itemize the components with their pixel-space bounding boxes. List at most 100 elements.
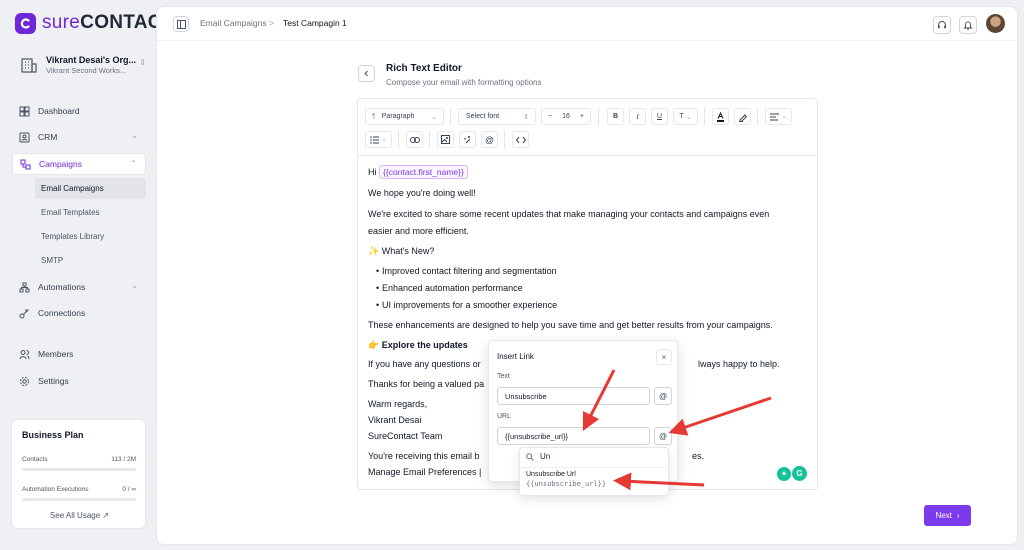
grammarly-icon[interactable]: G (792, 466, 807, 481)
underline-button[interactable]: U (651, 108, 668, 125)
whats-new-heading: ✨ What's New? (368, 246, 435, 256)
brand-logo[interactable]: sureCONTACT (15, 12, 174, 34)
avatar[interactable] (986, 14, 1005, 33)
dialog-title: Insert Link (497, 352, 534, 361)
toolbar-divider (429, 130, 430, 149)
automation-progress-bar (22, 498, 136, 501)
sidebar-item-label: Dashboard (38, 106, 80, 116)
link-url-input[interactable]: {{unsubscribe_url}} (497, 427, 650, 445)
next-button[interactable]: Next › (924, 505, 971, 526)
sidebar-toggle-button[interactable] (173, 16, 189, 32)
increase-size-button[interactable]: + (580, 113, 584, 120)
sidebar-toggle-icon (176, 19, 186, 29)
plan-card: Business Plan Contacts 113 / 2M Automati… (11, 419, 146, 529)
sidebar-item-settings[interactable]: Settings (12, 370, 146, 392)
sidebar-subitem-email-templates[interactable]: Email Templates (35, 202, 146, 223)
mention-button[interactable]: @ (481, 131, 498, 148)
highlighter-icon (738, 113, 747, 122)
bold-button[interactable]: B (607, 108, 624, 125)
toolbar-divider (398, 130, 399, 149)
paragraph-select[interactable]: ¶ Paragraph ⌄ (365, 108, 444, 125)
link-button[interactable] (406, 131, 423, 148)
automations-icon (18, 281, 30, 293)
paragraph: We're excited to share some recent updat… (368, 209, 770, 219)
font-size-value: 16 (562, 113, 570, 120)
contacts-label: Contacts (22, 456, 48, 463)
list-icon (370, 135, 380, 144)
dashboard-icon (18, 105, 30, 117)
chevron-down-icon: ⌄ (131, 131, 138, 140)
chevron-down-icon: ⌄ (431, 113, 437, 121)
highlight-button[interactable] (734, 108, 751, 125)
page-title: Rich Text Editor (386, 63, 462, 74)
notifications-button[interactable] (959, 16, 977, 34)
image-button[interactable] (437, 131, 454, 148)
see-all-usage-link[interactable]: See All Usage ↗ (12, 511, 147, 520)
search-input[interactable]: Un (540, 452, 550, 461)
page-subtitle: Compose your email with formatting optio… (386, 78, 542, 87)
chevron-left-icon (364, 70, 368, 77)
paragraph-label: Paragraph (381, 113, 415, 120)
next-label: Next (935, 511, 952, 520)
logo-icon (15, 12, 36, 34)
font-size-stepper[interactable]: − 16 + (541, 108, 591, 125)
list-select[interactable]: ⌄ (365, 131, 392, 148)
font-select[interactable]: Select font ⇕ (458, 108, 536, 125)
sidebar-item-dashboard[interactable]: Dashboard (12, 100, 146, 122)
breadcrumb-parent[interactable]: Email Campaigns (200, 18, 267, 28)
chevron-up-icon: ⌃ (130, 159, 137, 168)
list-item: Improved contact filtering and segmentat… (376, 266, 557, 276)
contacts-value: 113 / 2M (111, 456, 136, 463)
manage-preferences[interactable]: Manage Email Preferences | (368, 467, 481, 477)
chevron-up-down-icon: ⇕ (139, 58, 146, 67)
contacts-usage: Contacts 113 / 2M (22, 456, 136, 463)
decrease-size-button[interactable]: − (548, 113, 552, 120)
bell-icon (963, 21, 973, 30)
paragraph: easier and more efficient. (368, 226, 469, 236)
sidebar-subitem-smtp[interactable]: SMTP (35, 250, 146, 271)
close-button[interactable]: × (656, 349, 672, 365)
sidebar-item-label: Members (38, 349, 74, 359)
building-icon (21, 58, 37, 73)
editor-toolbar: ¶ Paragraph ⌄ Select font ⇕ − 16 + B I U… (358, 99, 817, 156)
text-mention-button[interactable]: @ (654, 387, 672, 405)
sidebar-item-members[interactable]: Members (12, 343, 146, 365)
code-button[interactable] (512, 131, 529, 148)
merge-tag-search[interactable]: Un (526, 452, 550, 461)
url-mention-button[interactable]: @ (654, 427, 672, 445)
text-style-select[interactable]: T ⌄ (673, 108, 698, 125)
sidebar-item-automations[interactable]: Automations ⌄ (12, 276, 146, 298)
back-button[interactable] (358, 65, 375, 82)
merge-tag-option[interactable]: Unsubscribe Url {{unsubscribe_url}} (526, 471, 664, 493)
sidebar-subitem-templates-library[interactable]: Templates Library (35, 226, 146, 247)
grammarly-assistant-icon[interactable]: ✦ (777, 467, 791, 481)
text-color-button[interactable] (712, 108, 729, 125)
list-item: Enhanced automation performance (376, 283, 523, 293)
greeting-line: Hi {{contact.first_name}} (368, 165, 468, 179)
sidebar-item-label: Automations (38, 282, 86, 292)
sidebar-item-campaigns[interactable]: Campaigns ⌃ (12, 153, 146, 175)
url-label: URL (497, 413, 512, 420)
sidebar-item-connections[interactable]: Connections (12, 302, 146, 324)
first-name-merge-tag[interactable]: {{contact.first_name}} (379, 165, 468, 179)
pointing-hand-icon: 👉 (368, 340, 380, 350)
paragraph: Warm regards, (368, 399, 428, 409)
sidebar-item-crm[interactable]: CRM ⌄ (12, 126, 146, 148)
logo-text-sure: sure (42, 12, 81, 33)
link-text-input[interactable]: Unsubscribe (497, 387, 650, 405)
magic-button[interactable] (459, 131, 476, 148)
headset-icon (938, 21, 946, 29)
support-button[interactable] (933, 16, 951, 34)
align-left-icon (770, 113, 780, 120)
paragraph: Thanks for being a valued pa (368, 379, 485, 389)
sidebar-subitem-email-campaigns[interactable]: Email Campaigns (35, 178, 146, 199)
align-select[interactable]: ⌄ (765, 108, 792, 125)
org-switcher[interactable]: Vikrant Desai's Org... Vikrant Second Wo… (14, 50, 152, 80)
sidebar-item-label: Connections (38, 308, 86, 318)
sidebar-item-label: CRM (38, 132, 58, 142)
sidebar-item-label: Campaigns (39, 159, 82, 169)
automation-usage: Automation Executions 0 / ∞ (22, 486, 136, 493)
toolbar-divider (704, 107, 705, 126)
list-item: UI improvements for a smoother experienc… (376, 300, 557, 310)
italic-button[interactable]: I (629, 108, 646, 125)
